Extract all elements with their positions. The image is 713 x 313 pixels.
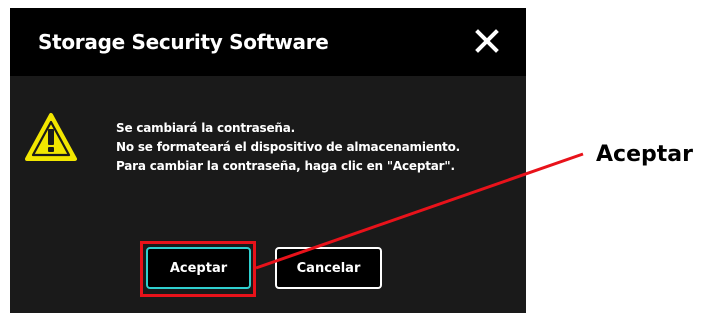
screenshot-stage: Storage Security Software Se cambiará la… xyxy=(0,0,713,313)
message-line: Se cambiará la contraseña. xyxy=(116,121,295,135)
cancel-button[interactable]: Cancelar xyxy=(275,247,382,289)
accept-button[interactable]: Aceptar xyxy=(146,247,251,289)
message-line: Para cambiar la contraseña, haga clic en… xyxy=(116,159,455,173)
dialog-message: Se cambiará la contraseña. No se formate… xyxy=(116,119,460,176)
close-icon[interactable] xyxy=(473,27,501,55)
message-line: No se formateará el dispositivo de almac… xyxy=(116,140,460,154)
callout-label: Aceptar xyxy=(596,142,693,167)
dialog-titlebar: Storage Security Software xyxy=(10,8,526,76)
warning-icon xyxy=(24,112,78,162)
dialog-title: Storage Security Software xyxy=(38,30,329,54)
password-change-dialog: Storage Security Software Se cambiará la… xyxy=(10,8,526,313)
